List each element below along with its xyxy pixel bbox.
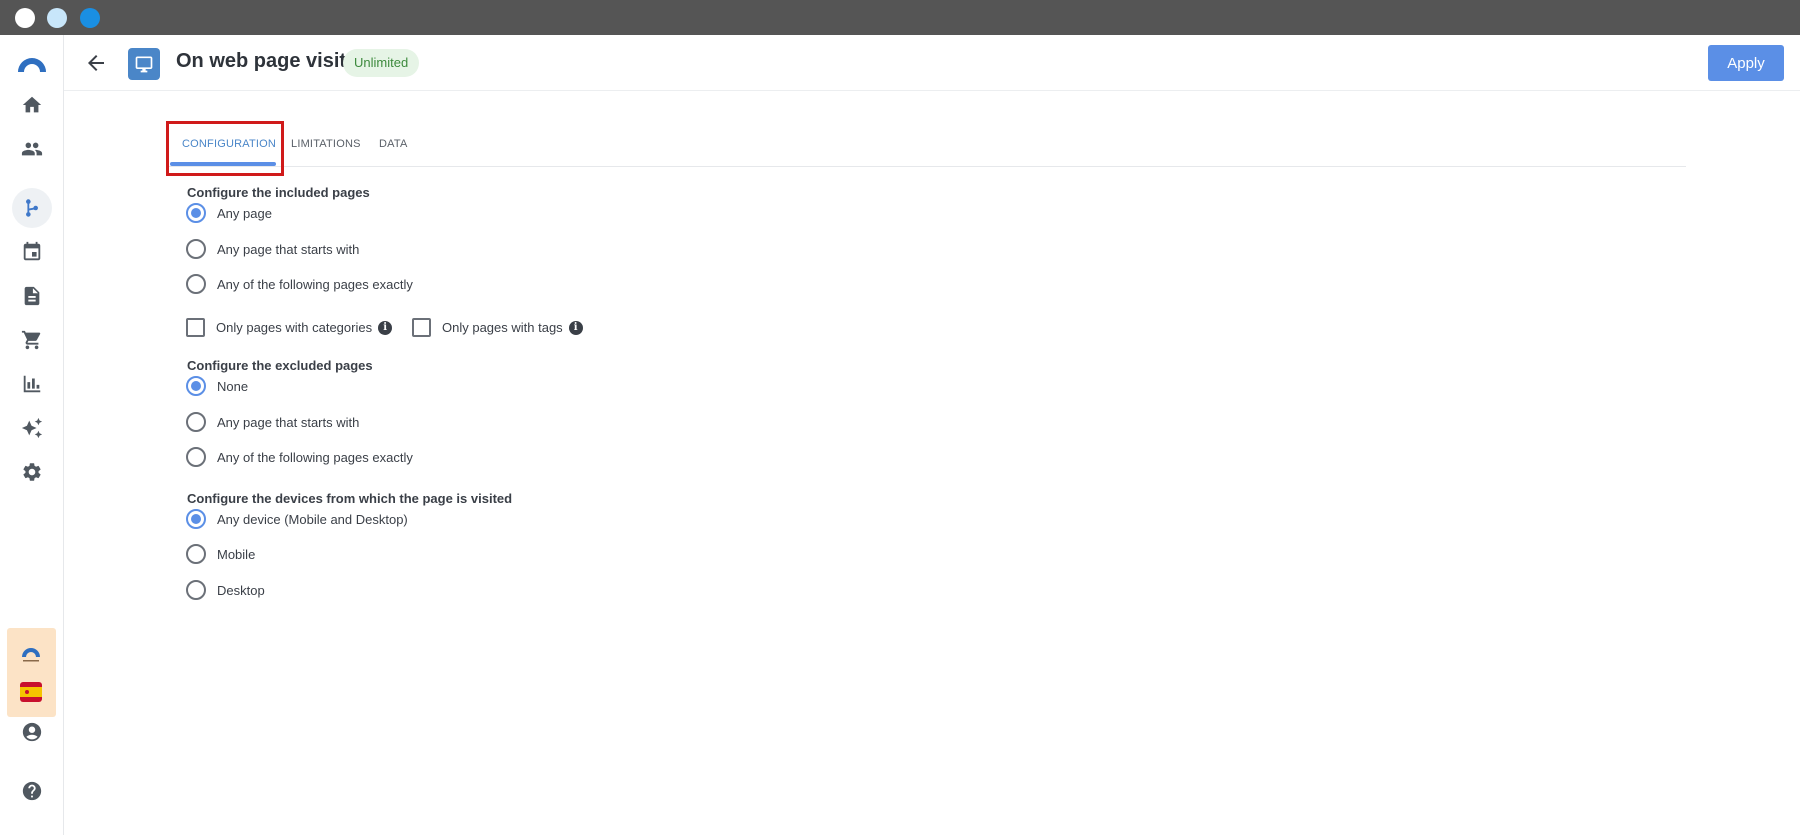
info-icon[interactable]: i — [378, 320, 393, 335]
cart-icon — [21, 330, 41, 350]
brand-logo-icon — [22, 648, 40, 662]
chart-icon — [23, 375, 41, 393]
filter-only-categories[interactable]: Only pages with categories i — [186, 318, 393, 337]
device-option-mobile[interactable]: Mobile — [186, 544, 255, 564]
included-option-starts-with[interactable]: Any page that starts with — [186, 239, 359, 259]
sidebar-item-home[interactable] — [12, 85, 52, 125]
radio-button[interactable] — [186, 203, 206, 223]
radio-button[interactable] — [186, 509, 206, 529]
tab-data[interactable]: DATA — [379, 121, 408, 167]
window-close-dot[interactable] — [15, 8, 35, 28]
radio-button[interactable] — [186, 412, 206, 432]
excluded-option-none[interactable]: None — [186, 376, 248, 396]
tab-configuration[interactable]: CONFIGURATION — [182, 121, 276, 167]
workspace-switcher[interactable] — [7, 628, 56, 717]
tags-checkbox[interactable] — [412, 318, 431, 337]
window-minimize-dot[interactable] — [47, 8, 67, 28]
sidebar-item-ai[interactable] — [12, 408, 52, 448]
account-icon — [22, 722, 42, 742]
option-label: Any device (Mobile and Desktop) — [217, 511, 408, 527]
radio-button[interactable] — [186, 376, 206, 396]
arrow-left-icon — [88, 55, 104, 71]
option-label: Any of the following pages exactly — [217, 276, 413, 292]
devices-title: Configure the devices from which the pag… — [187, 491, 513, 506]
device-option-any[interactable]: Any device (Mobile and Desktop) — [186, 509, 408, 529]
option-label: Any page that starts with — [217, 241, 360, 257]
option-label: Any of the following pages exactly — [217, 449, 413, 465]
sidebar-item-calendar[interactable] — [12, 232, 52, 272]
gear-icon — [23, 463, 41, 481]
status-badge: Unlimited — [343, 49, 420, 77]
filter-only-tags[interactable]: Only pages with tags i — [412, 318, 583, 337]
apply-button[interactable]: Apply — [1708, 45, 1784, 81]
document-icon — [24, 286, 40, 306]
sparkle-icon — [21, 417, 43, 439]
monitor-icon — [128, 48, 160, 80]
sidebar-item-help[interactable] — [12, 771, 52, 811]
active-tab-indicator — [170, 162, 276, 166]
sidebar-item-contacts[interactable] — [12, 129, 52, 169]
help-icon — [22, 781, 42, 801]
sidebar-item-settings[interactable] — [12, 452, 52, 492]
option-label: None — [217, 378, 249, 394]
excluded-option-exact-pages[interactable]: Any of the following pages exactly — [186, 447, 413, 467]
sidebar-item-documents[interactable] — [12, 276, 52, 316]
info-icon[interactable]: i — [568, 320, 583, 335]
included-option-any-page[interactable]: Any page — [186, 203, 272, 223]
sidebar-item-workflows[interactable] — [12, 188, 52, 228]
tab-limitations[interactable]: LIMITATIONS — [291, 121, 361, 167]
device-option-desktop[interactable]: Desktop — [186, 580, 265, 600]
excluded-pages-title: Configure the excluded pages — [187, 358, 373, 373]
workflow-icon — [26, 199, 38, 217]
included-option-exact-pages[interactable]: Any of the following pages exactly — [186, 274, 413, 294]
page-header: On web page visit Unlimited Apply — [64, 35, 1800, 91]
included-pages-title: Configure the included pages — [187, 185, 370, 200]
sidebar-item-shop[interactable] — [12, 320, 52, 360]
people-icon — [21, 142, 43, 156]
option-label: Mobile — [217, 546, 256, 562]
tab-bar: CONFIGURATION LIMITATIONS DATA — [166, 121, 1686, 167]
radio-button[interactable] — [186, 274, 206, 294]
home-icon — [22, 96, 42, 113]
option-label: Only pages with tags — [442, 320, 563, 335]
sidebar-item-reports[interactable] — [12, 364, 52, 404]
window-titlebar — [0, 0, 1800, 35]
option-label: Desktop — [217, 582, 265, 598]
window-maximize-dot[interactable] — [80, 8, 100, 28]
radio-button[interactable] — [186, 544, 206, 564]
sidebar — [0, 35, 64, 835]
option-label: Only pages with categories — [216, 320, 373, 335]
excluded-option-starts-with[interactable]: Any page that starts with — [186, 412, 359, 432]
radio-button[interactable] — [186, 239, 206, 259]
spain-flag-icon — [20, 682, 42, 702]
page-title: On web page visit — [176, 50, 347, 72]
back-button[interactable] — [84, 51, 108, 75]
option-label: Any page that starts with — [217, 414, 360, 430]
radio-button[interactable] — [186, 580, 206, 600]
radio-button[interactable] — [186, 447, 206, 467]
calendar-icon — [23, 241, 41, 261]
option-label: Any page — [217, 205, 272, 221]
categories-checkbox[interactable] — [186, 318, 205, 337]
logo-icon[interactable] — [16, 54, 48, 74]
sidebar-item-account[interactable] — [12, 712, 52, 752]
